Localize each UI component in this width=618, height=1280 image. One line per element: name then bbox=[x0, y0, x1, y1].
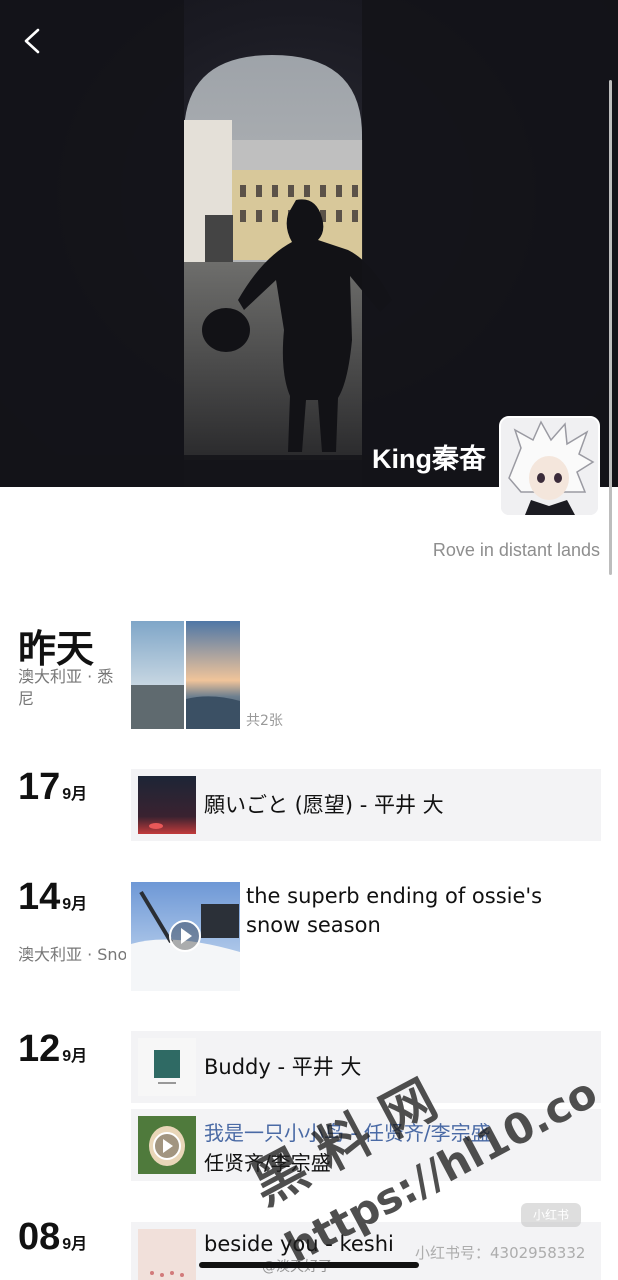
entry-date: 08 9月 bbox=[18, 1216, 87, 1259]
back-button[interactable] bbox=[18, 26, 48, 56]
post-text: the superb ending of ossie's snow season bbox=[246, 884, 543, 937]
date-month: 9月 bbox=[62, 786, 88, 803]
profile-name: King秦奋 bbox=[372, 444, 486, 474]
avatar[interactable] bbox=[499, 416, 600, 517]
sydney-photos bbox=[131, 621, 240, 729]
xhs-badge: 小红书 bbox=[521, 1203, 581, 1227]
cover-illustration bbox=[0, 0, 618, 487]
entry-date: 昨天 bbox=[18, 618, 94, 673]
entry-location: 澳大利亚 · 悉尼 bbox=[18, 667, 114, 708]
album-cover bbox=[138, 1038, 196, 1096]
date-day: 17 bbox=[18, 766, 61, 808]
song-title: Buddy - 平井 大 bbox=[204, 1055, 362, 1079]
video-art-icon bbox=[138, 1116, 196, 1174]
date-day: 14 bbox=[18, 876, 61, 918]
album-art-icon bbox=[138, 776, 196, 834]
photo-thumbnail-grid[interactable] bbox=[131, 621, 240, 729]
date-day: 08 bbox=[18, 1216, 61, 1258]
album-art-icon bbox=[138, 1229, 196, 1280]
date-month: 9月 bbox=[62, 896, 88, 913]
profile-signature: Rove in distant lands bbox=[432, 540, 600, 560]
album-art-icon bbox=[138, 1038, 196, 1096]
video-thumbnail[interactable] bbox=[131, 882, 240, 991]
entry-date: 17 9月 bbox=[18, 766, 87, 809]
entry-date: 12 9月 bbox=[18, 1028, 87, 1071]
cover-photo[interactable]: King秦奋 bbox=[0, 0, 618, 487]
video-cover bbox=[138, 1116, 196, 1174]
album-cover bbox=[138, 1229, 196, 1280]
entry-location: 澳大利亚 · Snowy Ri... bbox=[18, 945, 126, 964]
date-month: 9月 bbox=[62, 1236, 88, 1253]
photo-count: 共2张 bbox=[246, 713, 283, 729]
snow-video-frame bbox=[131, 882, 240, 991]
entry-date: 14 9月 bbox=[18, 876, 87, 919]
album-cover bbox=[138, 776, 196, 834]
scrollbar[interactable] bbox=[609, 80, 612, 575]
date-day: 12 bbox=[18, 1028, 61, 1070]
chevron-left-icon bbox=[24, 28, 40, 54]
date-month: 9月 bbox=[62, 1048, 88, 1065]
xhs-id-watermark: 小红书号：4302958332 bbox=[415, 1244, 586, 1262]
music-card[interactable]: 願いごと (愿望) - 平井 大 bbox=[131, 769, 601, 841]
date-day: 昨天 bbox=[18, 629, 95, 671]
song-title: 願いごと (愿望) - 平井 大 bbox=[204, 793, 444, 817]
home-indicator[interactable] bbox=[199, 1262, 419, 1268]
anime-avatar-image bbox=[501, 418, 598, 515]
